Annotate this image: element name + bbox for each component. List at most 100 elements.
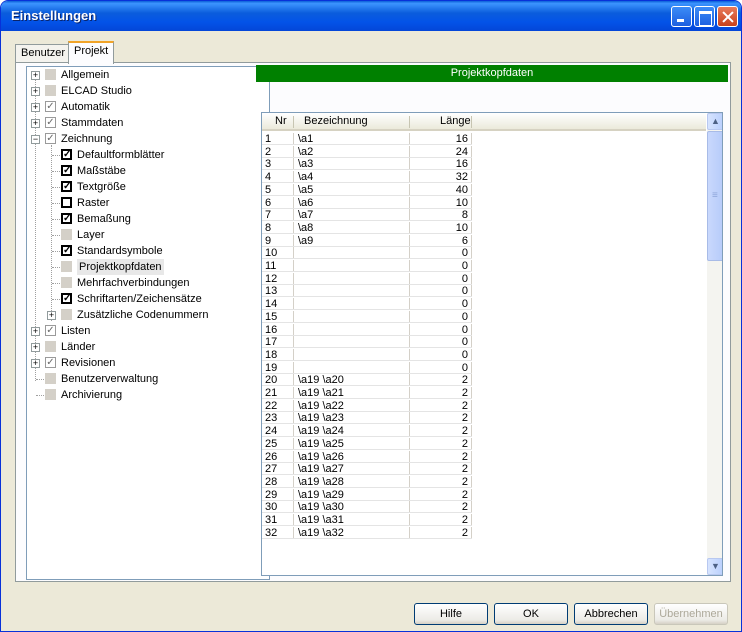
cell-nr[interactable]: 19	[265, 362, 277, 374]
unavailable-checkbox[interactable]	[61, 229, 72, 240]
cell-bezeichnung[interactable]: \a19 \a27	[298, 463, 344, 475]
tree-item[interactable]: Mehrfachverbindungen	[27, 275, 267, 291]
cell-laenge[interactable]: 0	[412, 362, 468, 374]
checkbox[interactable]: ✓	[61, 149, 72, 160]
column-header-nr[interactable]: Nr	[275, 115, 287, 127]
tree-item[interactable]: + ✓ Listen	[27, 323, 267, 339]
tree-item[interactable]: ✓ Textgröße	[27, 179, 267, 195]
cell-bezeichnung[interactable]: \a19 \a24	[298, 425, 344, 437]
unavailable-checkbox[interactable]	[45, 389, 56, 400]
cell-laenge[interactable]: 0	[412, 273, 468, 285]
cell-laenge[interactable]: 2	[412, 514, 468, 526]
cell-bezeichnung[interactable]: \a7	[298, 209, 313, 221]
cell-laenge[interactable]: 0	[412, 336, 468, 348]
checkbox[interactable]: ✓	[45, 133, 56, 144]
cell-nr[interactable]: 31	[265, 514, 277, 526]
cell-bezeichnung[interactable]: \a19 \a21	[298, 387, 344, 399]
minimize-icon[interactable]	[671, 6, 692, 27]
column-divider[interactable]	[471, 116, 472, 128]
checkbox[interactable]: ✓	[61, 245, 72, 256]
table-row[interactable]: 13 0	[262, 285, 706, 298]
table-row[interactable]: 12 0	[262, 272, 706, 285]
cancel-button[interactable]: Abbrechen	[574, 603, 648, 625]
cell-nr[interactable]: 30	[265, 501, 277, 513]
expand-icon[interactable]: +	[31, 327, 40, 336]
cell-laenge[interactable]: 8	[412, 209, 468, 221]
cell-nr[interactable]: 10	[265, 247, 277, 259]
cell-nr[interactable]: 11	[265, 260, 276, 272]
cell-laenge[interactable]: 2	[412, 400, 468, 412]
cell-nr[interactable]: 14	[265, 298, 277, 310]
table-row[interactable]: 21 \a19 \a21 2	[262, 387, 706, 399]
cell-laenge[interactable]: 0	[412, 298, 468, 310]
table-row[interactable]: 5 \a5 40	[262, 183, 706, 196]
table-row[interactable]: 29 \a19 \a29 2	[262, 488, 706, 501]
checkbox[interactable]: ✓	[61, 181, 72, 192]
expand-icon[interactable]: +	[31, 119, 40, 128]
tree-item[interactable]: ✓ Defaultformblätter	[27, 147, 267, 163]
tree-item[interactable]: Projektkopfdaten	[27, 259, 267, 275]
checkbox[interactable]: ✓	[61, 165, 72, 176]
checkbox[interactable]	[61, 197, 72, 208]
cell-laenge[interactable]: 0	[412, 260, 468, 272]
cell-laenge[interactable]: 2	[412, 476, 468, 488]
tree-item[interactable]: + Allgemein	[27, 67, 267, 83]
table-row[interactable]: 15 0	[262, 310, 706, 323]
collapse-icon[interactable]: −	[31, 135, 40, 144]
tree-item[interactable]: + ✓ Automatik	[27, 99, 267, 115]
table-row[interactable]: 18 0	[262, 348, 706, 361]
apply-button[interactable]: Übernehmen	[654, 603, 728, 625]
close-icon[interactable]	[717, 6, 738, 27]
cell-bezeichnung[interactable]: \a2	[298, 146, 313, 158]
tab-benutzer[interactable]: Benutzer	[15, 44, 72, 63]
table-row[interactable]: 23 \a19 \a23 2	[262, 412, 706, 425]
cell-bezeichnung[interactable]: \a5	[298, 184, 313, 196]
cell-bezeichnung[interactable]: \a19 \a30	[298, 501, 344, 513]
table-row[interactable]: 30 \a19 \a30 2	[262, 501, 706, 514]
cell-laenge[interactable]: 0	[412, 349, 468, 361]
unavailable-checkbox[interactable]	[45, 85, 56, 96]
cell-nr[interactable]: 5	[265, 184, 271, 196]
settings-tree[interactable]: + Allgemein + ELCAD Studio + ✓ Automatik + ✓ Stam…	[26, 66, 270, 580]
cell-laenge[interactable]: 0	[412, 247, 468, 259]
cell-bezeichnung[interactable]: \a19 \a31	[298, 514, 344, 526]
cell-nr[interactable]: 1	[265, 133, 271, 145]
table-row[interactable]: 27 \a19 \a27 2	[262, 463, 706, 476]
cell-nr[interactable]: 4	[265, 171, 271, 183]
checkbox[interactable]: ✓	[61, 293, 72, 304]
column-divider[interactable]	[409, 116, 410, 128]
cell-laenge[interactable]: 2	[412, 438, 468, 450]
project-header-table[interactable]: Nr Bezeichnung Länge 1 \a1 16 2 \a2 24 3 \a3 16 4…	[261, 112, 723, 576]
cell-laenge[interactable]: 0	[412, 311, 468, 323]
scroll-down-icon[interactable]: ▼	[707, 558, 722, 575]
expand-icon[interactable]: +	[31, 87, 40, 96]
table-row[interactable]: 1 \a1 16	[262, 133, 706, 145]
cell-laenge[interactable]: 6	[412, 235, 468, 247]
cell-nr[interactable]: 23	[265, 412, 277, 424]
cell-laenge[interactable]: 10	[412, 197, 468, 209]
tree-item[interactable]: Archivierung	[27, 387, 267, 403]
table-row[interactable]: 28 \a19 \a28 2	[262, 475, 706, 488]
column-header-bezeichnung[interactable]: Bezeichnung	[304, 115, 368, 127]
cell-laenge[interactable]: 24	[412, 146, 468, 158]
cell-nr[interactable]: 17	[265, 336, 277, 348]
cell-nr[interactable]: 2	[265, 146, 271, 158]
cell-bezeichnung[interactable]: \a4	[298, 171, 313, 183]
cell-nr[interactable]: 28	[265, 476, 277, 488]
unavailable-checkbox[interactable]	[45, 373, 56, 384]
cell-bezeichnung[interactable]: \a8	[298, 222, 313, 234]
cell-laenge[interactable]: 40	[412, 184, 468, 196]
unavailable-checkbox[interactable]	[61, 277, 72, 288]
table-row[interactable]: 22 \a19 \a22 2	[262, 399, 706, 412]
cell-bezeichnung[interactable]: \a19 \a28	[298, 476, 344, 488]
cell-nr[interactable]: 20	[265, 374, 277, 386]
cell-nr[interactable]: 16	[265, 324, 277, 336]
cell-bezeichnung[interactable]: \a19 \a32	[298, 527, 344, 539]
table-row[interactable]: 8 \a8 10	[262, 221, 706, 234]
cell-bezeichnung[interactable]: \a19 \a20	[298, 374, 344, 386]
cell-laenge[interactable]: 2	[412, 374, 468, 386]
tree-item[interactable]: − ✓ Zeichnung	[27, 131, 267, 147]
unavailable-checkbox[interactable]	[45, 341, 56, 352]
column-header-laenge[interactable]: Länge	[440, 115, 471, 127]
tree-item[interactable]: + ELCAD Studio	[27, 83, 267, 99]
